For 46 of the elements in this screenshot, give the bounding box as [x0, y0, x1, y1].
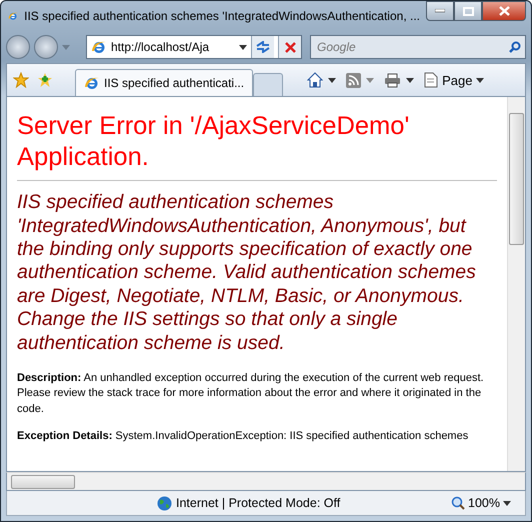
search-field[interactable]: Google	[315, 39, 509, 55]
minimize-button[interactable]	[426, 1, 454, 21]
refresh-button[interactable]	[251, 36, 274, 58]
caret-icon[interactable]	[328, 78, 336, 82]
maximize-icon	[462, 6, 474, 16]
caret-icon[interactable]	[406, 78, 414, 82]
add-favorite-icon[interactable]	[37, 72, 53, 88]
magnifier-icon	[451, 496, 466, 510]
star-icon[interactable]	[13, 72, 29, 88]
home-icon[interactable]	[307, 72, 324, 88]
tab-label: IIS specified authenticati...	[104, 76, 244, 90]
browser-tab[interactable]: IIS specified authenticati...	[75, 69, 254, 96]
caret-icon[interactable]	[503, 500, 511, 506]
scrollbar-thumb[interactable]	[509, 113, 524, 245]
zoom-button[interactable]: 100%	[451, 496, 511, 510]
error-detail-paragraph: Description: An unhandled exception occurred during the execution of the current web request. Please review the stack trace for more information about the error and where it originated in the code.	[17, 370, 485, 417]
security-zone-label: Internet | Protected Mode: Off	[176, 496, 340, 510]
close-button[interactable]	[482, 1, 526, 21]
close-icon	[498, 6, 510, 16]
search-bar[interactable]: Google	[310, 35, 526, 59]
back-button[interactable]	[6, 35, 30, 59]
page-icon	[424, 72, 438, 88]
printer-icon[interactable]	[384, 72, 402, 88]
globe-icon	[157, 496, 172, 510]
address-bar[interactable]: http://localhost/Aja	[86, 35, 302, 59]
browser-logo-icon	[84, 75, 100, 91]
error-detail-paragraph: Exception Details: System.InvalidOperationException: IIS specified authentication schemes	[17, 429, 470, 444]
address-field[interactable]: http://localhost/Aja	[111, 40, 235, 54]
forward-button[interactable]	[34, 35, 58, 59]
page-menu[interactable]: Page	[424, 72, 484, 88]
horizontal-scrollbar[interactable]	[6, 472, 526, 491]
window-title: IIS specified authentication schemes 'IntegratedWindowsAuthentication, ...	[24, 9, 420, 23]
caret-icon[interactable]	[476, 78, 484, 82]
close-icon	[284, 42, 296, 52]
error-message: IIS specified authentication schemes 'IntegratedWindowsAuthentication, Anonymous', but the binding only supports specification of exactly one authentication scheme. Valid authentication schemes are Digest, Negotiate, NTLM, Basic, or Anonymous. Change the IIS settings so that only a single authentication scheme is used.	[17, 191, 477, 355]
search-icon[interactable]	[509, 41, 521, 53]
scrollbar-thumb[interactable]	[11, 474, 75, 488]
feed-icon[interactable]	[346, 72, 362, 88]
stop-button[interactable]	[278, 36, 301, 58]
refresh-icon	[256, 41, 270, 53]
maximize-button[interactable]	[454, 1, 482, 21]
vertical-scrollbar[interactable]	[507, 97, 525, 471]
caret-icon[interactable]	[239, 44, 247, 50]
error-heading: Server Error in '/AjaxServiceDemo' Application.	[17, 111, 410, 172]
browser-logo-icon	[91, 39, 107, 55]
minimize-icon	[435, 9, 445, 13]
